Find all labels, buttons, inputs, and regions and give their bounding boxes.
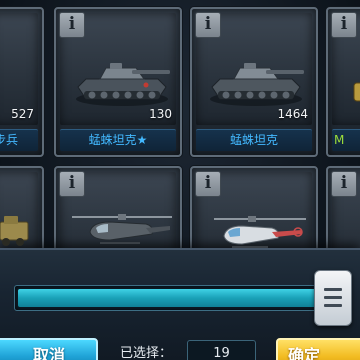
- unit-count: 1464: [277, 107, 308, 121]
- quantity-slider-fill: [18, 289, 317, 307]
- unit-count: 527: [11, 107, 34, 121]
- info-button[interactable]: i: [59, 171, 85, 197]
- unit-name: 蜢蛛坦克: [196, 129, 312, 151]
- info-button[interactable]: i: [59, 12, 85, 38]
- tank-icon: [76, 63, 170, 106]
- unit-card-spider-tank-star[interactable]: i 130 蜢蛛坦克★: [54, 7, 182, 157]
- tank-icon: [210, 63, 304, 106]
- info-button[interactable]: i: [331, 171, 357, 197]
- vehicle-icon: [353, 82, 360, 102]
- selection-panel: 取消 已选择： 19 确定: [0, 248, 360, 360]
- info-button[interactable]: i: [195, 171, 221, 197]
- unit-card-spider-tank[interactable]: i 1464 蜢蛛坦克: [190, 7, 318, 157]
- info-button[interactable]: i: [331, 12, 357, 38]
- grip-line: [324, 304, 342, 307]
- selected-count-label: 已选择：: [120, 346, 173, 360]
- unit-selection-screen: 527 步兵 i 130 蜢蛛坦克★ i: [0, 0, 360, 360]
- cancel-button[interactable]: 取消: [0, 338, 98, 360]
- confirm-button[interactable]: 确定: [276, 338, 360, 360]
- grip-line: [324, 288, 342, 291]
- unit-card-infantry[interactable]: 527 步兵: [0, 7, 44, 157]
- unit-name: M: [332, 129, 360, 151]
- unit-name: 步兵: [0, 129, 38, 151]
- grip-line: [324, 296, 342, 299]
- quantity-slider-handle[interactable]: [314, 270, 352, 326]
- selected-count-field[interactable]: 19: [187, 340, 256, 360]
- unit-card-partial-right[interactable]: i M: [326, 7, 360, 157]
- vehicle-icon: [0, 216, 29, 246]
- unit-name: 蜢蛛坦克★: [60, 129, 176, 151]
- info-button[interactable]: i: [195, 12, 221, 38]
- helicopter-icon: [214, 216, 306, 248]
- helicopter-icon: [72, 214, 172, 244]
- unit-count: 130: [149, 107, 172, 121]
- quantity-slider-track[interactable]: [14, 285, 324, 311]
